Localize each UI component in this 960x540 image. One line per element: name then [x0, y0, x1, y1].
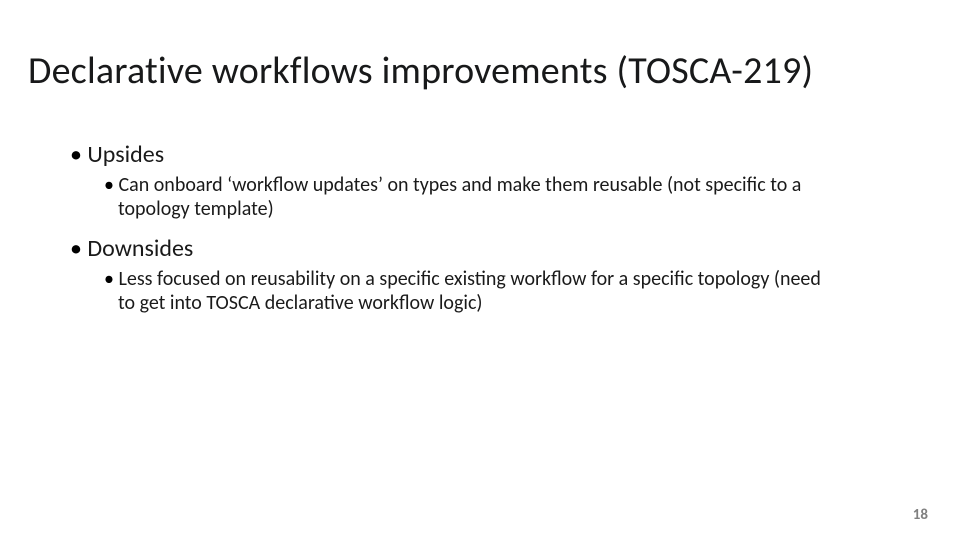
bullet-list: Upsides Can onboard ‘workflow updates’ o…: [70, 140, 904, 316]
slide: Declarative workflows improvements (TOSC…: [0, 0, 960, 540]
page-number: 18: [913, 506, 928, 524]
list-item: Less focused on reusability on a specifi…: [104, 267, 834, 316]
slide-title: Declarative workflows improvements (TOSC…: [0, 0, 960, 94]
section-heading-label: Downsides: [87, 234, 193, 263]
section-heading-downsides: Downsides Less focused on reusability on…: [70, 234, 904, 316]
sub-bullet-list: Can onboard ‘workflow updates’ on types …: [70, 173, 904, 222]
sub-bullet-list: Less focused on reusability on a specifi…: [70, 267, 904, 316]
section-heading-upsides: Upsides Can onboard ‘workflow updates’ o…: [70, 140, 904, 222]
slide-content: Upsides Can onboard ‘workflow updates’ o…: [0, 94, 960, 316]
section-heading-label: Upsides: [87, 140, 164, 169]
list-item: Can onboard ‘workflow updates’ on types …: [104, 173, 834, 222]
